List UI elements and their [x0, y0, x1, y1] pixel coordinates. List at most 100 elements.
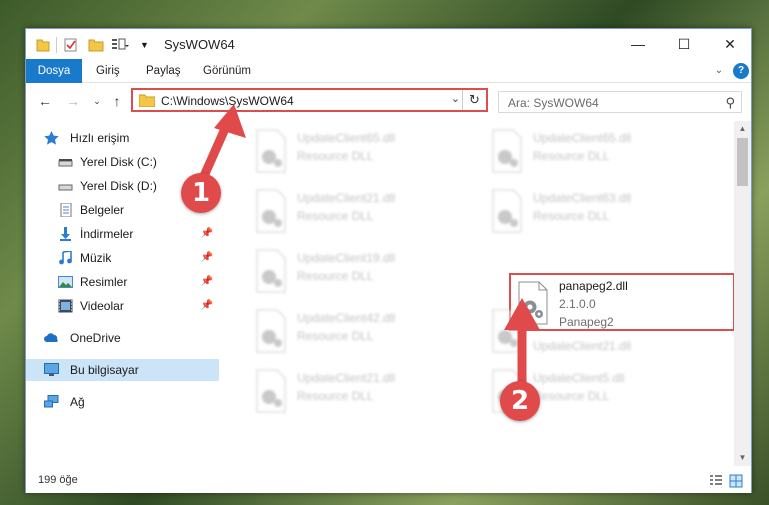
close-button[interactable]: ✕: [707, 29, 753, 59]
dll-file-icon: [492, 129, 522, 173]
sidebar-item-label: İndirmeler: [80, 227, 134, 241]
status-bar: 199 öğe: [26, 469, 751, 493]
network-icon: [44, 395, 59, 408]
file-name: UpdateClient65.dll: [297, 131, 396, 145]
documents-icon: [60, 203, 72, 217]
sidebar-item-label: Belgeler: [80, 203, 125, 217]
up-arrow-icon[interactable]: ↑: [108, 92, 126, 110]
maximize-button[interactable]: ☐: [661, 29, 707, 59]
sidebar-item-this-pc[interactable]: Bu bilgisayar: [26, 359, 219, 381]
sidebar-item-videos[interactable]: Videolar 📌: [26, 295, 219, 317]
sidebar-item-music[interactable]: Müzik 📌: [26, 247, 219, 269]
search-icon[interactable]: ⚲: [725, 95, 735, 111]
dll-file-icon: [256, 309, 286, 353]
file-name: UpdateClient42.dll: [297, 311, 396, 325]
sidebar-item-onedrive[interactable]: OneDrive: [26, 327, 219, 349]
file-type: Resource DLL: [297, 329, 374, 343]
sidebar-item-pictures[interactable]: Resimler 📌: [26, 271, 219, 293]
video-icon: [58, 299, 73, 313]
item-count: 199 öğe: [38, 474, 78, 486]
star-icon: [44, 131, 59, 145]
new-folder-icon[interactable]: [88, 37, 104, 53]
tab-share[interactable]: Paylaş: [136, 59, 191, 83]
explorer-window: ▼ SysWOW64 — ☐ ✕ Dosya Giriş Paylaş Görü…: [25, 28, 752, 493]
pin-icon[interactable]: 📌: [201, 223, 213, 245]
pictures-icon: [58, 276, 73, 288]
navigation-bar: ← → ⌄ ↑ C:\Windows\SysWOW64 ⌄ ↻ Ara: Sys…: [26, 84, 751, 118]
tiles-view-icon[interactable]: [729, 474, 743, 488]
sidebar-item-label: Resimler: [80, 275, 128, 289]
file-type: Resource DLL: [533, 389, 610, 403]
list-item[interactable]: UpdateClient19.dll Resource DLL: [249, 245, 479, 305]
file-name: UpdateClient5.dll: [533, 371, 625, 385]
help-icon[interactable]: ?: [733, 63, 749, 79]
file-type: Resource DLL: [297, 269, 374, 283]
file-list: UpdateClient65.dll Resource DLL UpdateCl…: [241, 121, 738, 466]
separator: [56, 37, 57, 53]
title-bar: ▼ SysWOW64 — ☐ ✕: [26, 29, 751, 59]
tab-home[interactable]: Giriş: [86, 59, 130, 83]
file-name: UpdateClient65.dll: [533, 131, 632, 145]
sidebar-item-label: OneDrive: [70, 331, 121, 345]
list-item[interactable]: UpdateClient21.dll Resource DLL: [249, 185, 479, 245]
file-name: UpdateClient21.dll: [533, 339, 632, 353]
dll-file-icon: [256, 249, 286, 293]
window-title: SysWOW64: [164, 37, 235, 52]
list-item[interactable]: UpdateClient21.dll Resource DLL: [249, 365, 479, 425]
pin-icon[interactable]: 📌: [201, 247, 213, 269]
file-type: Resource DLL: [297, 389, 374, 403]
file-name: UpdateClient21.dll: [297, 371, 396, 385]
list-item[interactable]: UpdateClient42.dll Resource DLL: [249, 305, 479, 365]
drive-icon: [58, 184, 73, 191]
list-item[interactable]: UpdateClient63.dll Resource DLL: [485, 185, 715, 245]
ribbon-tabs: Dosya Giriş Paylaş Görünüm ⌄ ?: [26, 59, 751, 83]
scroll-up-icon[interactable]: ▲: [734, 121, 751, 137]
sidebar-item-network[interactable]: Ağ: [26, 391, 219, 413]
scrollbar-thumb[interactable]: [737, 138, 748, 186]
cloud-icon: [44, 333, 58, 342]
search-box[interactable]: Ara: SysWOW64 ⚲: [498, 91, 742, 113]
dll-file-icon: [256, 369, 286, 413]
step-2-badge: 2: [500, 381, 540, 421]
sidebar-item-label: Videolar: [80, 299, 124, 313]
sidebar-item-label: Bu bilgisayar: [70, 363, 139, 377]
minimize-button[interactable]: —: [615, 29, 661, 59]
list-item[interactable]: UpdateClient65.dll Resource DLL: [249, 125, 479, 185]
step-1-badge: 1: [181, 173, 221, 213]
forward-arrow-icon[interactable]: →: [64, 92, 82, 110]
sidebar-item-downloads[interactable]: İndirmeler 📌: [26, 223, 219, 245]
list-item[interactable]: UpdateClient65.dll Resource DLL: [485, 125, 715, 185]
pin-icon[interactable]: 📌: [201, 271, 213, 293]
folder-icon: [139, 94, 155, 107]
quick-access-dropdown-icon[interactable]: ▼: [140, 40, 149, 56]
drive-icon: [58, 159, 73, 167]
download-icon: [60, 227, 71, 241]
customize-toolbar-icon[interactable]: [111, 37, 129, 53]
pin-icon[interactable]: 📌: [201, 295, 213, 317]
annotation-arrow-2: [504, 298, 540, 386]
dll-file-icon: [492, 189, 522, 233]
file-name: UpdateClient21.dll: [297, 191, 396, 205]
details-view-icon[interactable]: [709, 474, 723, 488]
sidebar-item-label: Müzik: [80, 251, 112, 265]
sidebar-item-label: Hızlı erişim: [70, 131, 130, 145]
sidebar-item-label: Ağ: [70, 395, 85, 409]
search-placeholder: Ara: SysWOW64: [508, 96, 599, 110]
file-type: Resource DLL: [297, 209, 374, 223]
folder-icon: [36, 39, 50, 52]
vertical-scrollbar[interactable]: ▲ ▼: [734, 121, 751, 466]
expand-ribbon-icon[interactable]: ⌄: [711, 63, 727, 79]
tab-file[interactable]: Dosya: [26, 59, 82, 83]
file-name: UpdateClient63.dll: [533, 191, 632, 205]
file-type: Resource DLL: [533, 209, 610, 223]
file-type: Resource DLL: [297, 149, 374, 163]
address-dropdown-icon[interactable]: ⌄: [451, 92, 460, 105]
properties-icon[interactable]: [64, 37, 78, 53]
music-icon: [59, 251, 72, 265]
back-arrow-icon[interactable]: ←: [36, 92, 54, 110]
refresh-icon[interactable]: ↻: [462, 90, 486, 110]
scroll-down-icon[interactable]: ▼: [734, 450, 751, 466]
recent-locations-icon[interactable]: ⌄: [88, 92, 106, 110]
file-name: UpdateClient19.dll: [297, 251, 396, 265]
tab-view[interactable]: Görünüm: [193, 59, 261, 83]
